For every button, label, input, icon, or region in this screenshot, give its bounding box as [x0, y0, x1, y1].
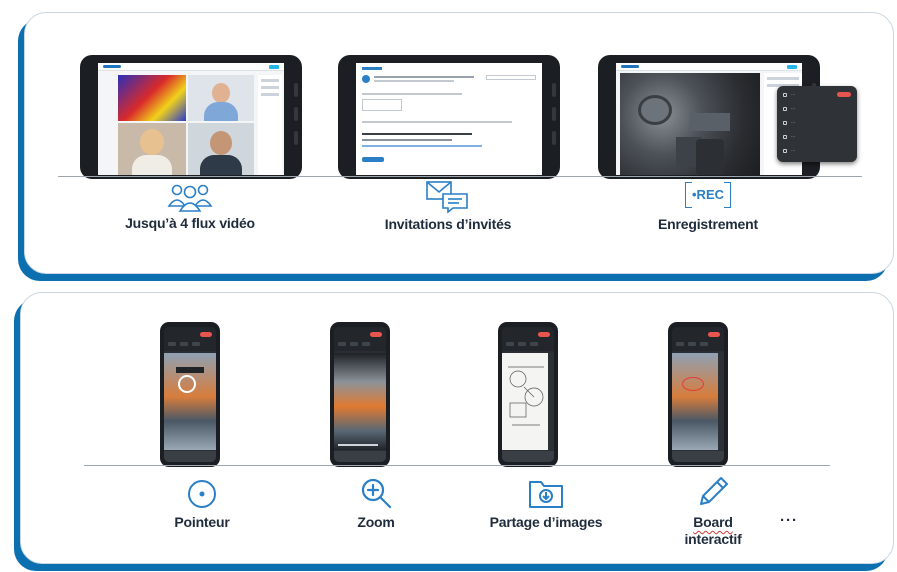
feature-label: Jusqu’à 4 flux vidéo — [125, 215, 255, 231]
feature-label: Zoom — [357, 514, 395, 530]
pencil-icon — [700, 477, 728, 505]
tablet-email-invite — [338, 55, 560, 179]
video-tile-man — [188, 123, 254, 175]
feature-interactive-board: Board interactif — [648, 474, 778, 548]
feature-guest-invitations: Invitations d’invités — [358, 180, 538, 232]
tablet-video-streams — [80, 55, 302, 179]
rec-icon: •REC — [685, 180, 731, 210]
feature-pointer: Pointeur — [132, 478, 272, 530]
phone-board — [668, 322, 728, 467]
feature-label-line1: Board — [693, 514, 733, 530]
feature-label-line2: interactif — [684, 531, 742, 547]
phone-image-share — [498, 322, 558, 467]
engine-video — [620, 73, 760, 175]
feature-zoom: Zoom — [306, 476, 446, 530]
thermal-video-tile — [118, 75, 186, 121]
phone-pointer — [160, 322, 220, 467]
top-separator — [58, 176, 862, 177]
pointer-target-icon — [188, 480, 216, 508]
feature-image-sharing: Partage d’images — [468, 478, 624, 530]
video-tile-blonde — [118, 123, 186, 175]
image-share-icon — [529, 481, 563, 508]
feature-label: Enregistrement — [658, 216, 758, 232]
zoom-in-icon — [361, 478, 392, 509]
phone-zoom — [330, 322, 390, 467]
bottom-separator — [84, 465, 830, 466]
feature-video-streams: Jusqu’à 4 flux vidéo — [100, 182, 280, 231]
rec-badge-text: •REC — [692, 187, 724, 202]
feature-recording: •REC Enregistrement — [618, 180, 798, 232]
envelope-chat-icon — [426, 181, 468, 214]
feature-label: Invitations d’invités — [384, 216, 512, 232]
feature-label: Partage d’images — [489, 514, 603, 530]
recording-menu-overlay: ··· ··· ··· ··· ··· — [777, 86, 857, 162]
video-tile-woman — [188, 75, 254, 121]
feature-label: Pointeur — [174, 514, 230, 530]
more-indicator: ··· — [780, 512, 798, 529]
group-users-icon — [167, 184, 213, 212]
